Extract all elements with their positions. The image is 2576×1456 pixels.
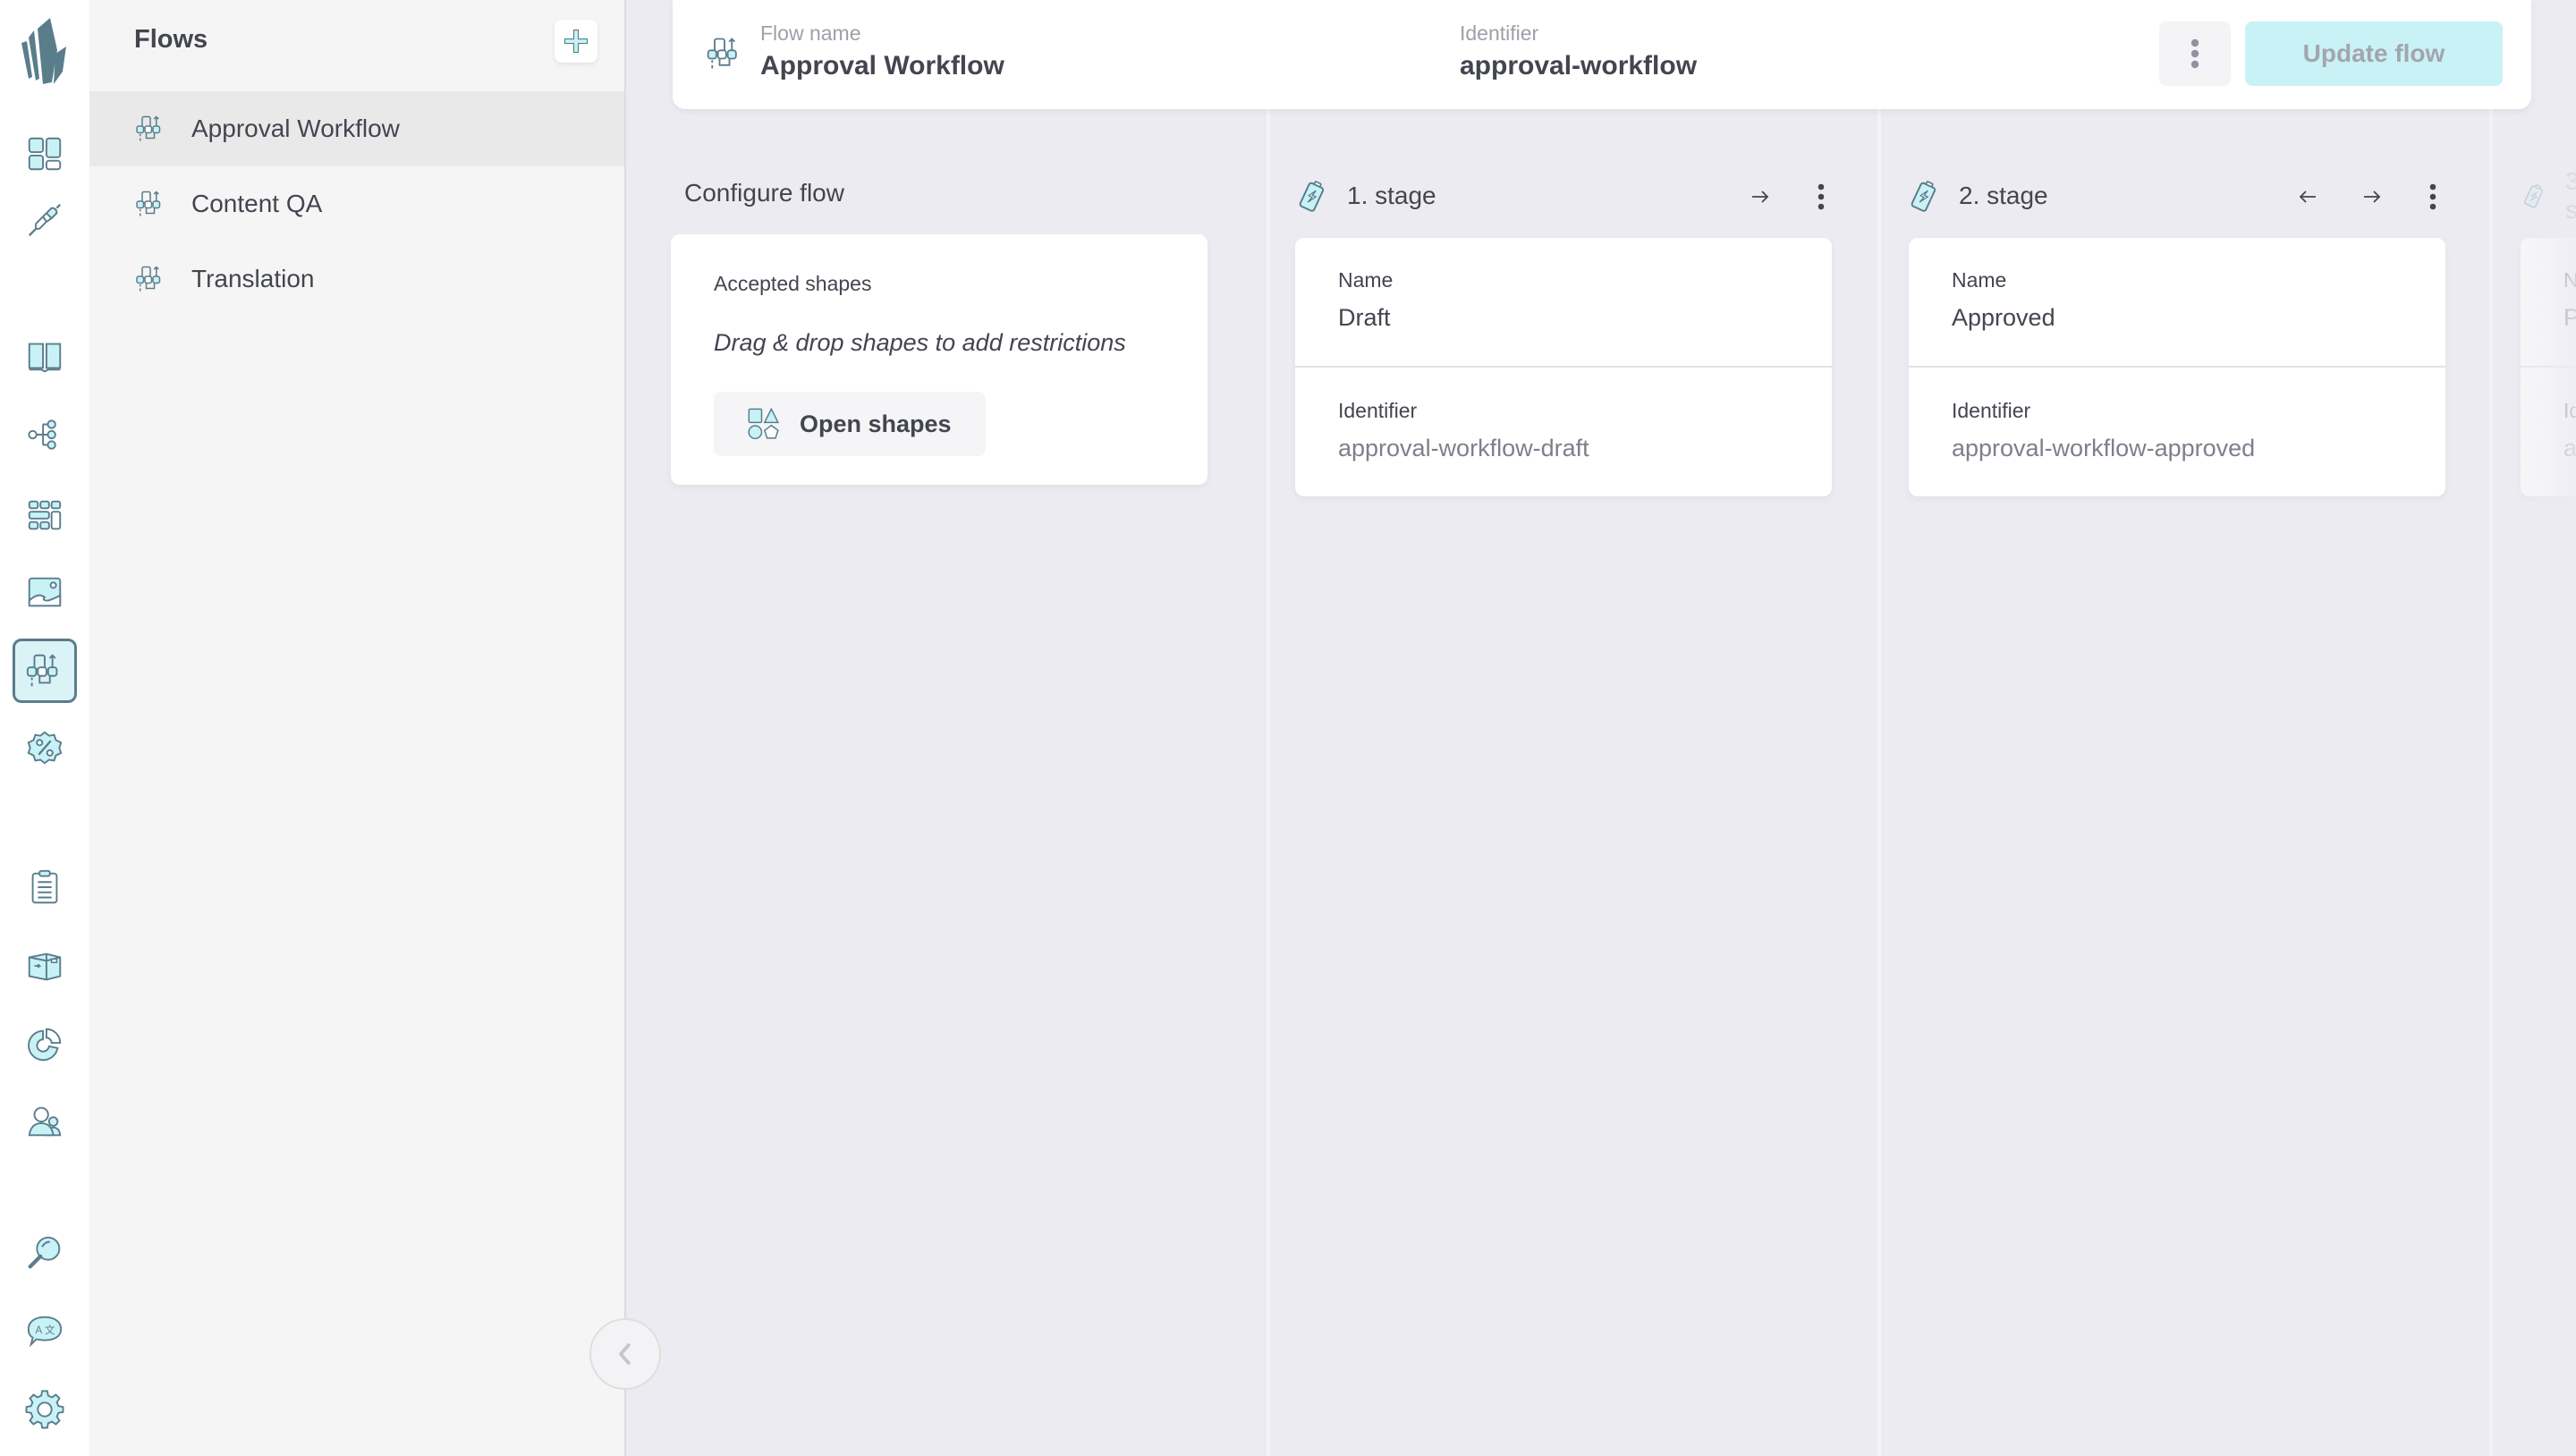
flow-name-value: Approval Workflow: [760, 51, 1004, 80]
flow-list-item-content-qa[interactable]: Content QA: [89, 166, 624, 241]
flow-icon: [134, 188, 166, 220]
field-divider: [1909, 366, 2445, 368]
flow-item-label: Content QA: [191, 190, 323, 217]
stage-1-more-options-button[interactable]: [1803, 179, 1839, 215]
more-vertical-icon: [2190, 38, 2199, 69]
move-stage-right-button[interactable]: [1742, 179, 1778, 215]
accepted-shapes-label: Accepted shapes: [714, 272, 872, 295]
flow-item-label: Translation: [191, 265, 315, 292]
clipboard-icon[interactable]: [13, 855, 77, 919]
box-icon[interactable]: [13, 934, 77, 998]
flow-name-field[interactable]: Flow name Approval Workflow: [760, 21, 1004, 81]
open-shapes-button[interactable]: Open shapes: [714, 392, 986, 456]
stage-icon: [1297, 178, 1327, 214]
stage-name-label: Name: [1338, 268, 1394, 292]
image-icon[interactable]: [13, 560, 77, 624]
stage-identifier-value[interactable]: approval-workflow-draft: [1338, 435, 1589, 462]
arrow-left-icon: [2299, 190, 2316, 203]
settings-icon[interactable]: [13, 1377, 77, 1442]
flow-icon: [134, 263, 166, 295]
flow-identifier-field[interactable]: Identifier approval-workflow: [1460, 21, 1697, 81]
book-icon[interactable]: [13, 324, 77, 388]
flow-name-label: Flow name: [760, 21, 861, 45]
add-flow-button[interactable]: [555, 20, 597, 63]
more-vertical-icon: [2429, 183, 2436, 210]
stage-2-card[interactable]: Name Approved Identifier approval-workfl…: [1909, 238, 2445, 496]
configure-flow-title: Configure flow: [684, 179, 844, 207]
stage-1-header: 1. stage: [1297, 175, 1436, 216]
stage-identifier-label: Identifier: [1338, 399, 1418, 422]
drop-shapes-hint: Drag & drop shapes to add restrictions: [714, 329, 1126, 356]
move-stage-left-button[interactable]: [2290, 179, 2326, 215]
discount-icon[interactable]: [13, 717, 77, 782]
flow-item-label: Approval Workflow: [191, 114, 400, 142]
column-divider: [1267, 109, 1270, 1456]
stage-identifier-value[interactable]: approval-workflow-approved: [1952, 435, 2255, 462]
field-divider: [1295, 366, 1832, 368]
stage-name-label: Name: [1952, 268, 2007, 292]
chevron-left-icon: [619, 1343, 631, 1365]
shapes-icon: [748, 407, 780, 440]
dashboard-icon[interactable]: [13, 122, 77, 186]
open-shapes-label: Open shapes: [800, 410, 952, 437]
logo-icon[interactable]: [16, 16, 73, 88]
main-navigation-rail: A文: [0, 0, 89, 1456]
pie-chart-icon[interactable]: [13, 1012, 77, 1077]
stage-2-header: 2. stage: [1909, 175, 2048, 216]
stage-2-more-options-button[interactable]: [2415, 179, 2451, 215]
stage-name-value[interactable]: Approved: [1952, 304, 2055, 332]
flows-icon[interactable]: [13, 639, 77, 703]
collapse-panel-button[interactable]: [589, 1318, 661, 1390]
flow-icon: [705, 34, 744, 73]
flow-header: Flow name Approval Workflow Identifier a…: [673, 0, 2531, 109]
identifier-label: Identifier: [1460, 21, 1539, 45]
accepted-shapes-card[interactable]: Accepted shapes Drag & drop shapes to ad…: [671, 234, 1208, 485]
flows-panel: Flows Approval Workflow Content QA Trans…: [89, 0, 626, 1456]
flow-list-item-approval-workflow[interactable]: Approval Workflow: [89, 91, 624, 166]
stage-name-value[interactable]: Draft: [1338, 304, 1391, 332]
flow-more-options-button[interactable]: [2159, 21, 2231, 86]
column-divider: [1877, 109, 1881, 1456]
flow-list-item-translation[interactable]: Translation: [89, 241, 624, 317]
stage-title: 1. stage: [1347, 182, 1436, 209]
more-vertical-icon: [1818, 183, 1825, 210]
flow-editor: Flow name Approval Workflow Identifier a…: [628, 0, 2576, 1456]
svg-text:文: 文: [45, 1324, 55, 1336]
identifier-value: approval-workflow: [1460, 51, 1698, 80]
translate-icon[interactable]: A文: [13, 1299, 77, 1363]
svg-text:A: A: [35, 1325, 42, 1336]
stage-title: 2. stage: [1959, 182, 2048, 209]
stage-1-card[interactable]: Name Draft Identifier approval-workflow-…: [1295, 238, 1832, 496]
move-stage-right-button[interactable]: [2354, 179, 2390, 215]
scroll-fade-overlay: [2489, 109, 2576, 1456]
stage-icon: [1909, 178, 1939, 214]
search-icon[interactable]: [13, 1220, 77, 1284]
stage-identifier-label: Identifier: [1952, 399, 2031, 422]
tree-icon[interactable]: [13, 402, 77, 467]
arrow-right-icon: [2364, 190, 2381, 203]
plus-icon: [564, 29, 589, 54]
arrow-right-icon: [1752, 190, 1769, 203]
flows-panel-title: Flows: [134, 25, 208, 54]
flow-icon: [134, 113, 166, 145]
grid-icon[interactable]: [13, 483, 77, 547]
update-flow-button[interactable]: Update flow: [2245, 21, 2503, 86]
plug-icon[interactable]: [13, 188, 77, 252]
users-icon[interactable]: [13, 1089, 77, 1154]
